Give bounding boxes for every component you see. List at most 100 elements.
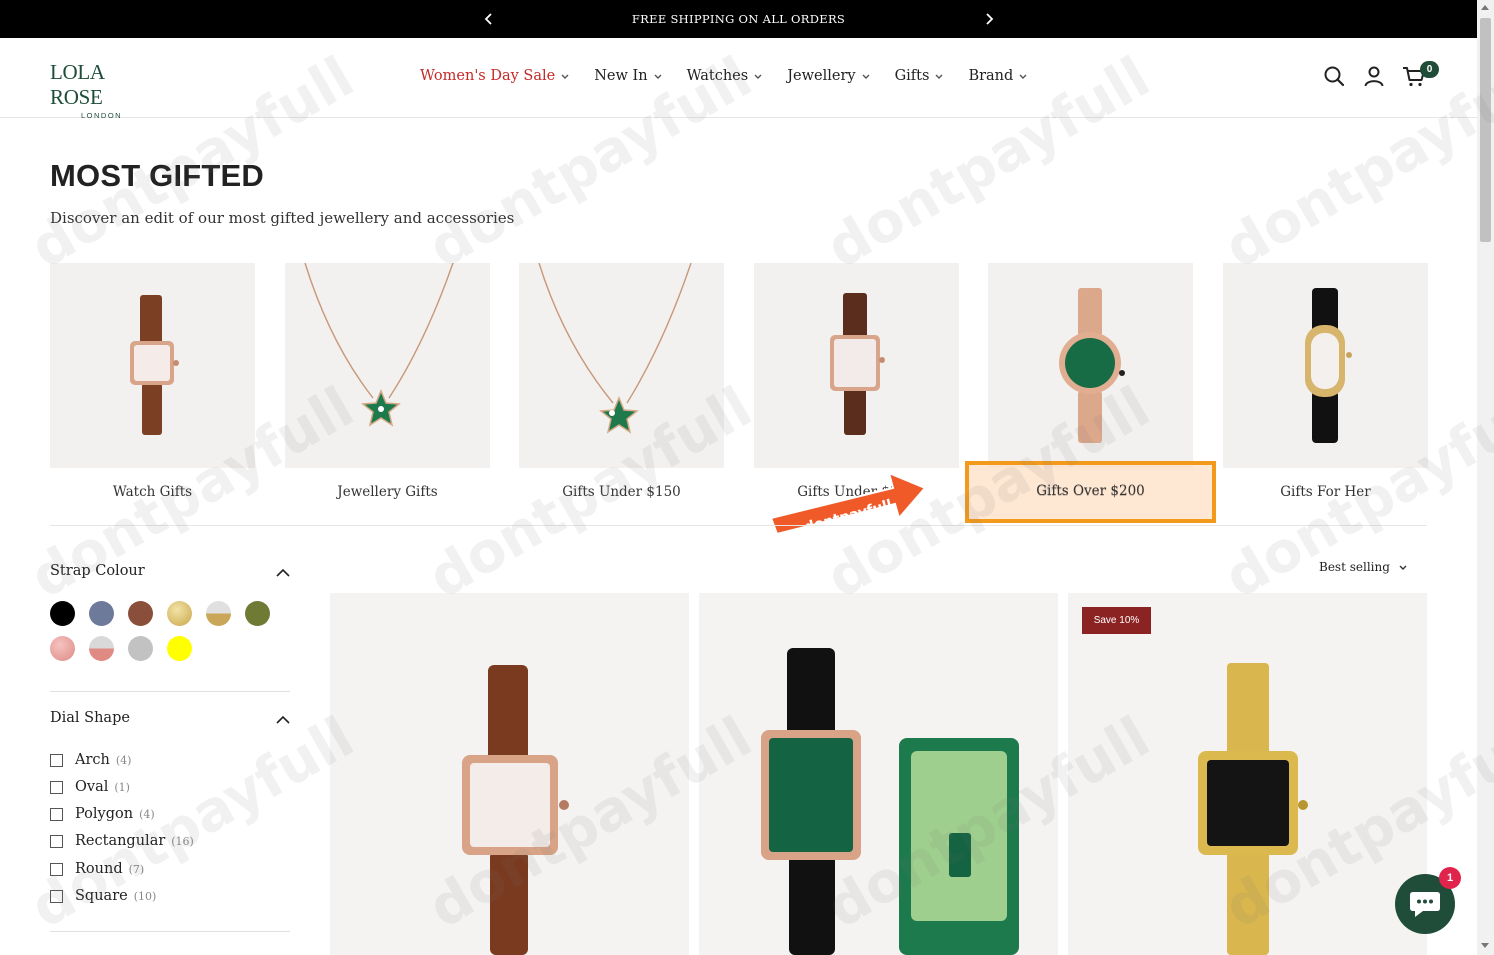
product-card[interactable] (1068, 593, 1427, 955)
chevron-right-icon[interactable] (979, 9, 999, 29)
swatch-brown[interactable] (128, 601, 153, 626)
swatch-gold-silver[interactable] (206, 601, 231, 626)
swatch-rose-silver[interactable] (89, 636, 114, 661)
page-title: MOST GIFTED (50, 158, 265, 193)
option-name: Round (75, 861, 123, 877)
chevron-up-icon[interactable] (275, 568, 291, 578)
checkbox[interactable] (50, 834, 63, 848)
checkbox[interactable] (50, 753, 63, 767)
category-gifts-for-her[interactable]: Gifts For Her (1223, 263, 1428, 500)
brand-logo[interactable]: LOLA ROSE LONDON (50, 60, 160, 120)
option-name: Oval (75, 779, 109, 795)
category-label: Gifts Under $150 (562, 484, 681, 500)
chevron-up-icon[interactable] (275, 715, 291, 725)
main-nav: Women's Day Sale New In Watches Jeweller… (420, 68, 1052, 84)
chevron-down-icon (1399, 565, 1407, 570)
product-card[interactable] (699, 593, 1058, 955)
category-image (754, 263, 959, 468)
checkbox[interactable] (50, 889, 63, 903)
filter-divider (50, 691, 290, 692)
category-image (50, 263, 255, 468)
promo-arrow: dontpayfull (769, 471, 927, 536)
nav-label: Gifts (894, 68, 930, 84)
swatch-yellow[interactable] (167, 636, 192, 661)
page-subtitle: Discover an edit of our most gifted jewe… (50, 209, 515, 227)
swatch-gold[interactable] (167, 601, 192, 626)
search-icon[interactable] (1322, 64, 1346, 88)
option-count: (10) (133, 889, 157, 903)
nav-item-new-in[interactable]: New In (594, 68, 662, 84)
category-image (1223, 263, 1428, 468)
announcement-text: FREE SHIPPING ON ALL ORDERS (631, 12, 846, 26)
watermark: dontpayfull (20, 704, 365, 942)
chat-bubble-icon (1410, 892, 1440, 917)
scrollbar-thumb[interactable] (1480, 18, 1491, 242)
nav-item-watches[interactable]: Watches (687, 68, 764, 84)
filter-option-square[interactable]: Square (10) (50, 888, 156, 904)
option-name: Arch (75, 752, 110, 768)
category-label: Jewellery Gifts (337, 484, 438, 500)
site-header: LOLA ROSE LONDON Women's Day Sale New In… (0, 38, 1477, 120)
filter-option-polygon[interactable]: Polygon (4) (50, 806, 155, 822)
sort-select[interactable]: Best selling (1319, 560, 1408, 574)
filter-option-rectangular[interactable]: Rectangular (16) (50, 833, 194, 849)
swatch-silver[interactable] (128, 636, 153, 661)
checkbox[interactable] (50, 862, 63, 876)
highlighted-category-label[interactable]: Gifts Over $200 (965, 483, 1216, 499)
product-image (1198, 663, 1308, 955)
filter-option-round[interactable]: Round (7) (50, 861, 144, 877)
category-divider (50, 525, 1427, 526)
filter-title-strap-colour[interactable]: Strap Colour (50, 563, 145, 579)
scroll-down-arrow-icon[interactable] (1481, 943, 1489, 948)
chevron-down-icon (560, 71, 570, 81)
category-image (285, 263, 490, 468)
filter-option-oval[interactable]: Oval (1) (50, 779, 130, 795)
option-count: (4) (115, 753, 132, 767)
category-image (988, 263, 1193, 468)
account-icon[interactable] (1362, 64, 1386, 88)
filter-option-arch[interactable]: Arch (4) (50, 752, 131, 768)
nav-item-brand[interactable]: Brand (968, 68, 1028, 84)
option-name: Rectangular (75, 833, 166, 849)
swatch-green[interactable] (245, 601, 270, 626)
chevron-down-icon (934, 71, 944, 81)
chevron-down-icon (653, 71, 663, 81)
nav-label: Jewellery (787, 68, 856, 84)
checkbox[interactable] (50, 780, 63, 794)
nav-label: Brand (968, 68, 1014, 84)
category-label: Gifts For Her (1280, 484, 1371, 500)
category-watch-gifts[interactable]: Watch Gifts (50, 263, 255, 500)
filter-divider (50, 931, 290, 932)
option-name: Square (75, 888, 128, 904)
chevron-down-icon (1018, 71, 1028, 81)
cart-count-badge: 0 (1420, 61, 1439, 78)
category-gifts-under-200[interactable]: Gifts Under $200 (754, 263, 959, 500)
swatch-black[interactable] (50, 601, 75, 626)
nav-item-gifts[interactable]: Gifts (895, 68, 945, 84)
save-badge: Save 10% (1082, 607, 1151, 634)
nav-item-jewellery[interactable]: Jewellery (787, 68, 870, 84)
nav-label: Women's Day Sale (420, 68, 556, 84)
nav-item-womens-day-sale[interactable]: Women's Day Sale (420, 68, 570, 84)
category-gifts-under-150[interactable]: Gifts Under $150 (519, 263, 724, 500)
page-scrollbar[interactable] (1477, 0, 1494, 955)
option-count: (4) (139, 807, 155, 821)
option-count: (1) (114, 780, 130, 794)
brand-sub: LONDON (81, 111, 123, 120)
nav-label: New In (594, 68, 648, 84)
scroll-up-arrow-icon[interactable] (1481, 5, 1489, 10)
swatch-blue[interactable] (89, 601, 114, 626)
option-name: Polygon (75, 806, 134, 822)
swatch-rose-gold[interactable] (50, 636, 75, 661)
filter-title-dial-shape[interactable]: Dial Shape (50, 710, 130, 726)
nav-label: Watches (686, 68, 749, 84)
category-image (519, 263, 724, 468)
chevron-down-icon (753, 71, 763, 81)
checkbox[interactable] (50, 807, 63, 821)
product-card[interactable] (330, 593, 689, 955)
product-image (761, 648, 1019, 955)
sort-label: Best selling (1319, 560, 1390, 574)
option-count: (16) (171, 834, 194, 848)
category-jewellery-gifts[interactable]: Jewellery Gifts (285, 263, 490, 500)
brand-name: LOLA ROSE (50, 60, 104, 109)
